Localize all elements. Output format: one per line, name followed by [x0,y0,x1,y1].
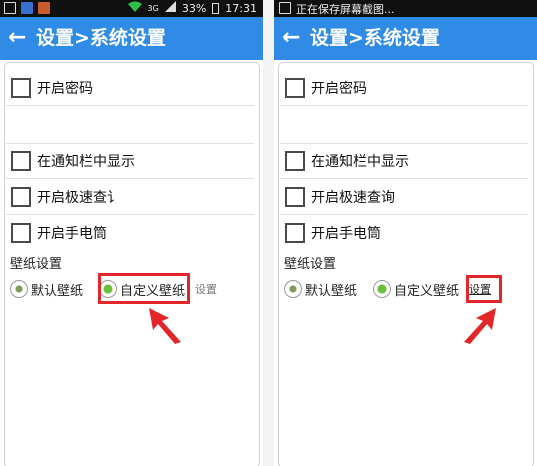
divider [6,105,254,106]
wallpaper-settings-link[interactable]: 设置 [195,281,217,297]
status-bar: 正在保存屏幕截图... [274,0,537,17]
back-arrow-icon[interactable]: ← [8,25,26,51]
divider [280,143,528,144]
signal-type: 3G [147,3,159,13]
divider [6,214,254,215]
status-notice: 正在保存屏幕截图... [296,3,395,16]
notification-icons [4,2,50,14]
divider [6,178,254,179]
option-flashlight[interactable]: 开启手电筒 [11,219,107,247]
option-show-in-notification[interactable]: 在通知栏中显示 [11,147,135,175]
checkbox[interactable] [11,78,31,98]
option-label: 开启手电筒 [37,226,107,242]
battery-percent: 33% [181,1,207,15]
checkbox[interactable] [285,187,305,207]
app-notification-icon [38,2,50,14]
default-wallpaper-label: 默认壁纸 [31,283,84,299]
divider [280,105,528,106]
option-fast-query[interactable]: 开启极速查询 [285,183,395,211]
checkbox[interactable] [11,187,31,207]
signal-icon [164,1,176,15]
option-flashlight[interactable]: 开启手电筒 [285,219,381,247]
divider [280,214,528,215]
option-enable-password[interactable]: 开启密码 [11,74,93,102]
checkbox[interactable] [11,223,31,243]
option-label: 开启极速查讠 [37,190,121,206]
option-label: 开启密码 [37,81,93,97]
checkbox[interactable] [11,151,31,171]
highlight-box [466,275,502,303]
back-arrow-icon[interactable]: ← [282,25,300,51]
checkbox[interactable] [285,78,305,98]
radio-default-wallpaper[interactable] [284,280,302,298]
battery-icon [212,2,220,14]
radio-custom-wallpaper[interactable] [373,280,392,298]
option-label: 在通知栏中显示 [311,154,409,170]
page-title: 设置>系统设置 [310,27,440,49]
wallpaper-section-title: 壁纸设置 [284,257,337,272]
option-fast-query[interactable]: 开启极速查讠 [11,183,121,211]
right-screenshot: 正在保存屏幕截图... ← 设置>系统设置 开启密码 在通知栏中显示 开启极速查… [274,0,537,466]
wallpaper-options: 默认壁纸 自定义壁纸 设置 [284,278,491,300]
checkbox[interactable] [285,223,305,243]
checkbox[interactable] [285,151,305,171]
image-notification-icon [4,2,16,14]
app-bar: ← 设置>系统设置 [0,17,263,60]
download-icon [21,2,33,14]
option-show-in-notification[interactable]: 在通知栏中显示 [285,147,409,175]
screenshot-icon [279,2,291,14]
divider [6,143,254,144]
default-wallpaper-label: 默认壁纸 [305,283,358,299]
left-screenshot: 3G 33% 17:31 ← 设置>系统设置 开启密码 在通知栏中显示 开启极速… [0,0,263,466]
clock: 17:31 [225,1,257,15]
pane-divider [263,0,274,466]
wallpaper-section-title: 壁纸设置 [10,257,63,272]
custom-wallpaper-label: 自定义壁纸 [394,283,460,299]
highlight-box [98,273,190,304]
app-bar: ← 设置>系统设置 [274,17,537,60]
option-label: 在通知栏中显示 [37,154,135,170]
option-label: 开启密码 [311,81,367,97]
pointer-arrow-icon [149,308,181,344]
divider [280,178,528,179]
status-bar: 3G 33% 17:31 [0,0,263,17]
pointer-arrow-icon [464,308,496,344]
option-label: 开启手电筒 [311,226,381,242]
option-enable-password[interactable]: 开启密码 [285,74,367,102]
option-label: 开启极速查询 [311,190,395,206]
wifi-icon [127,1,142,15]
radio-default-wallpaper[interactable] [10,280,28,298]
page-title: 设置>系统设置 [36,27,166,49]
